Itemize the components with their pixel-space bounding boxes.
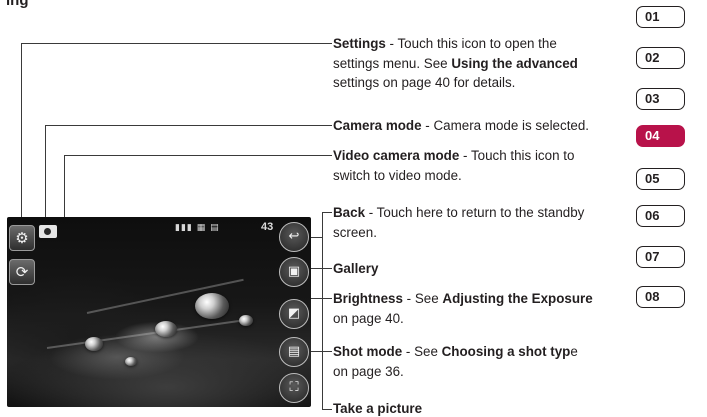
water-drop <box>125 357 137 366</box>
camera-preview-screen: ▮▮▮ ▦ ▤ 43 ⚙ ⟳ ↩ ▣ ◩ ▤ ⛶ <box>7 217 311 407</box>
gallery-icon[interactable]: ▣ <box>279 257 309 287</box>
video-camera-mode-icon[interactable]: ⟳ <box>9 259 35 285</box>
callout-shot-mode-link: Choosing a shot typ <box>441 344 571 359</box>
callout-video-mode-text: - Touch this icon to <box>459 148 575 163</box>
callout-shot-mode: Shot mode - See Choosing a shot type on … <box>333 342 578 381</box>
light-streak <box>46 319 246 349</box>
callout-settings-text: settings on page 40 for details. <box>333 75 516 90</box>
chapter-tab-01[interactable]: 01 <box>636 6 685 28</box>
connector-settings-v <box>21 43 23 228</box>
settings-gear-icon[interactable]: ⚙ <box>9 225 35 251</box>
chapter-tab-07[interactable]: 07 <box>636 246 685 268</box>
chapter-tab-04[interactable]: 04 <box>636 125 685 147</box>
connector-back-icon-h <box>310 237 323 239</box>
chapter-tab-02[interactable]: 02 <box>636 47 685 69</box>
back-icon[interactable]: ↩ <box>279 222 309 252</box>
section-heading: ing <box>6 0 29 9</box>
callout-gallery-title: Gallery <box>333 261 379 276</box>
callout-back: Back - Touch here to return to the stand… <box>333 203 584 242</box>
take-picture-shutter-icon[interactable]: ⛶ <box>279 373 309 403</box>
brightness-icon[interactable]: ◩ <box>279 299 309 329</box>
connector-camera-mode-v <box>45 125 47 223</box>
callout-shot-mode-text: e <box>570 344 578 359</box>
callout-settings-text: - Touch this icon to open the <box>385 36 557 51</box>
callout-video-mode-text: switch to video mode. <box>333 167 462 183</box>
callout-brightness: Brightness - See Adjusting the Exposure … <box>333 289 593 328</box>
water-drop <box>239 315 253 326</box>
shots-remaining-count: 43 <box>261 221 274 233</box>
callout-video-mode-title: Video camera mode <box>333 148 460 163</box>
connector-back-h <box>322 212 332 214</box>
callout-settings: Settings - Touch this icon to open the s… <box>333 34 578 93</box>
callout-shot-mode-text: on page 36. <box>333 363 404 379</box>
water-drop <box>155 321 177 337</box>
connector-brightness-h <box>310 298 332 300</box>
callout-gallery: Gallery <box>333 259 378 279</box>
connector-settings-h <box>21 43 332 45</box>
callout-camera-mode-text: - Camera mode is selected. <box>421 118 590 133</box>
connector-shot-mode-h <box>310 351 332 353</box>
callout-brightness-link: Adjusting the Exposure <box>442 291 593 306</box>
connector-video-mode-h <box>64 155 332 157</box>
callout-settings-text: settings menu. See <box>333 55 452 71</box>
callout-take-picture-title: Take a picture <box>333 401 423 416</box>
callout-back-title: Back <box>333 205 366 220</box>
callout-take-picture: Take a picture <box>333 399 422 417</box>
chapter-tab-03[interactable]: 03 <box>636 88 685 110</box>
callout-brightness-text: - See <box>402 291 443 306</box>
callout-brightness-title: Brightness <box>333 291 403 306</box>
callout-camera-mode-title: Camera mode <box>333 118 422 133</box>
connector-take-picture-h <box>322 409 332 411</box>
connector-right-v <box>322 212 324 409</box>
callout-settings-title: Settings <box>333 36 386 51</box>
callout-settings-link: Using the advanced <box>451 55 578 71</box>
water-drop <box>195 293 229 319</box>
callout-shot-mode-text: - See <box>402 344 442 359</box>
chapter-tab-06[interactable]: 06 <box>636 205 685 227</box>
callout-brightness-text: on page 40. <box>333 310 404 326</box>
callout-back-text: - Touch here to return to the standby <box>365 205 585 220</box>
status-icons: ▮▮▮ ▦ ▤ <box>175 223 220 233</box>
chapter-tab-08[interactable]: 08 <box>636 286 685 308</box>
callout-shot-mode-title: Shot mode <box>333 344 403 359</box>
chapter-tab-05[interactable]: 05 <box>636 168 685 190</box>
shot-mode-icon[interactable]: ▤ <box>279 337 309 367</box>
connector-camera-mode-h <box>45 125 332 127</box>
camera-mode-indicator-icon <box>39 225 57 238</box>
callout-back-text: screen. <box>333 224 377 240</box>
callout-video-mode: Video camera mode - Touch this icon to s… <box>333 146 574 185</box>
callout-camera-mode: Camera mode - Camera mode is selected. <box>333 116 589 136</box>
connector-gallery-h <box>310 268 332 270</box>
water-drop <box>85 337 103 351</box>
